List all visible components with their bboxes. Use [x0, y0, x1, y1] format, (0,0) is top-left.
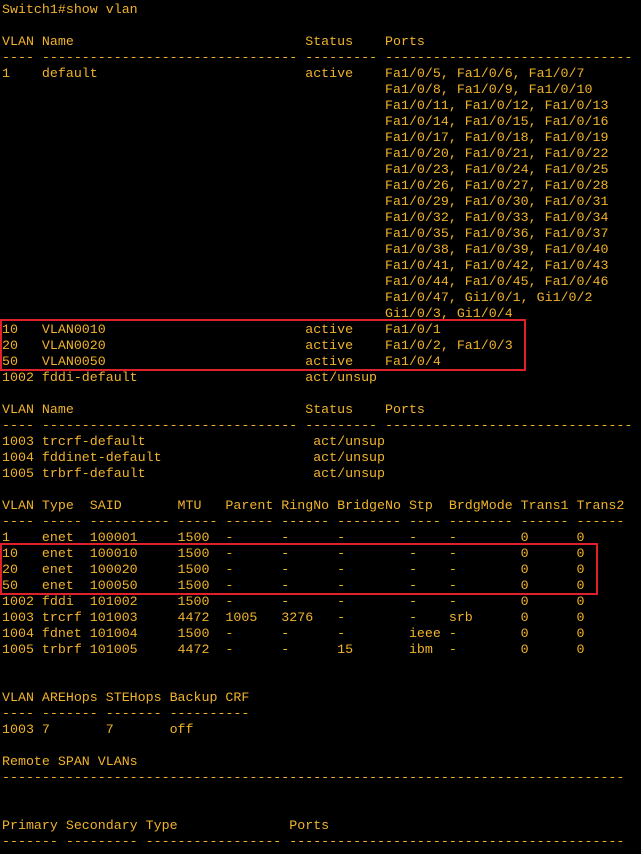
- terminal-line: 1002 fddi 101002 1500 - - - - - 0 0: [2, 594, 585, 609]
- terminal-line: 1005 trbrf 101005 4472 - - 15 ibm - 0 0: [2, 642, 585, 657]
- terminal-line: VLAN Name Status Ports: [2, 34, 425, 49]
- terminal-line: 10 VLAN0010 active Fa1/0/1: [2, 322, 441, 337]
- terminal-line: 1003 trcrf 101003 4472 1005 3276 - - srb…: [2, 610, 585, 625]
- terminal-line: Fa1/0/29, Fa1/0/30, Fa1/0/31: [2, 194, 609, 209]
- terminal-line: Fa1/0/14, Fa1/0/15, Fa1/0/16: [2, 114, 609, 129]
- terminal-line: 20 VLAN0020 active Fa1/0/2, Fa1/0/3: [2, 338, 513, 353]
- terminal-line: Fa1/0/41, Fa1/0/42, Fa1/0/43: [2, 258, 609, 273]
- terminal-line: ---- -------------------------------- --…: [2, 50, 633, 65]
- terminal-line: ---- ------- ------- ----------: [2, 706, 250, 721]
- terminal-line: Fa1/0/17, Fa1/0/18, Fa1/0/19: [2, 130, 609, 145]
- terminal-line: 50 VLAN0050 active Fa1/0/4: [2, 354, 441, 369]
- terminal-line: 1004 fddinet-default act/unsup: [2, 450, 386, 465]
- terminal-line: Gi1/0/3, Gi1/0/4: [2, 306, 513, 321]
- terminal-line: ----------------------------------------…: [2, 770, 625, 785]
- terminal-line: 1002 fddi-default act/unsup: [2, 370, 378, 385]
- terminal-line: Fa1/0/38, Fa1/0/39, Fa1/0/40: [2, 242, 609, 257]
- terminal-line: Remote SPAN VLANs: [2, 754, 138, 769]
- terminal-line: Fa1/0/11, Fa1/0/12, Fa1/0/13: [2, 98, 609, 113]
- terminal-line: 1005 trbrf-default act/unsup: [2, 466, 386, 481]
- terminal-line: ------- --------- ----------------- ----…: [2, 834, 625, 849]
- terminal-line: 1004 fdnet 101004 1500 - - - ieee - 0 0: [2, 626, 585, 641]
- terminal-line: 1 default active Fa1/0/5, Fa1/0/6, Fa1/0…: [2, 66, 585, 81]
- terminal-line: 50 enet 100050 1500 - - - - - 0 0: [2, 578, 585, 593]
- terminal-window[interactable]: Switch1#show vlan VLAN Name Status Ports -…: [0, 0, 641, 854]
- terminal-line: Switch1#show vlan: [2, 2, 138, 17]
- terminal-line: VLAN Type SAID MTU Parent RingNo BridgeN…: [2, 498, 625, 513]
- terminal-line: ---- ----- ---------- ----- ------ -----…: [2, 514, 625, 529]
- terminal-line: Primary Secondary Type Ports: [2, 818, 330, 833]
- terminal-line: Fa1/0/35, Fa1/0/36, Fa1/0/37: [2, 226, 609, 241]
- terminal-line: 1003 7 7 off: [2, 722, 194, 737]
- terminal-line: 1 enet 100001 1500 - - - - - 0 0: [2, 530, 585, 545]
- terminal-line: Fa1/0/23, Fa1/0/24, Fa1/0/25: [2, 162, 609, 177]
- terminal-line: Fa1/0/26, Fa1/0/27, Fa1/0/28: [2, 178, 609, 193]
- terminal-line: Fa1/0/32, Fa1/0/33, Fa1/0/34: [2, 210, 609, 225]
- terminal-line: VLAN AREHops STEHops Backup CRF: [2, 690, 250, 705]
- terminal-line: VLAN Name Status Ports: [2, 402, 425, 417]
- terminal-line: Fa1/0/8, Fa1/0/9, Fa1/0/10: [2, 82, 593, 97]
- terminal-line: 10 enet 100010 1500 - - - - - 0 0: [2, 546, 585, 561]
- terminal-line: Fa1/0/47, Gi1/0/1, Gi1/0/2: [2, 290, 593, 305]
- terminal-line: Fa1/0/20, Fa1/0/21, Fa1/0/22: [2, 146, 609, 161]
- terminal-line: ---- -------------------------------- --…: [2, 418, 633, 433]
- terminal-line: 1003 trcrf-default act/unsup: [2, 434, 386, 449]
- terminal-line: Fa1/0/44, Fa1/0/45, Fa1/0/46: [2, 274, 609, 289]
- terminal-line: 20 enet 100020 1500 - - - - - 0 0: [2, 562, 585, 577]
